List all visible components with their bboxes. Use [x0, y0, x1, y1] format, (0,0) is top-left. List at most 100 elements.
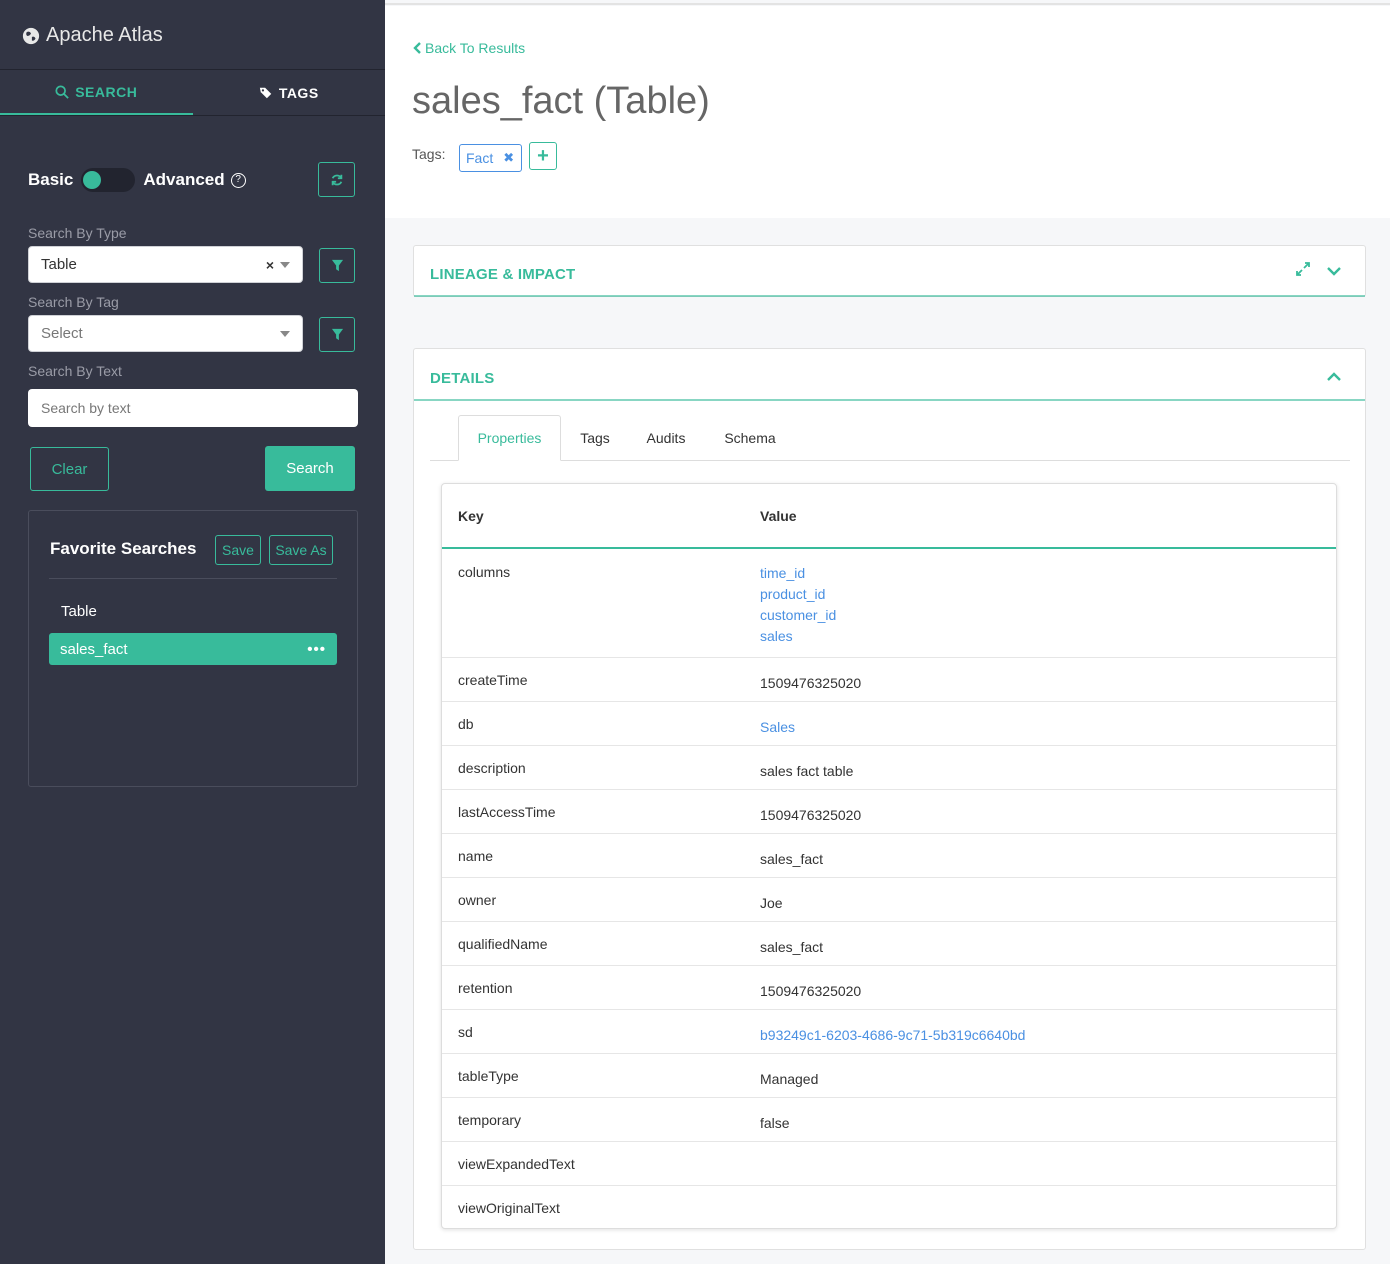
row-key: qualifiedName [458, 936, 548, 952]
table-row: createTime 1509476325020 [442, 658, 1336, 702]
column-header-key: Key [458, 508, 484, 524]
row-key: createTime [458, 672, 528, 688]
properties-table: Key Value columns time_id product_id cus… [441, 483, 1337, 1229]
row-key: lastAccessTime [458, 804, 556, 820]
type-select-value: Table [41, 256, 77, 273]
back-to-results-link[interactable]: Back To Results [413, 40, 525, 56]
row-key: db [458, 716, 474, 732]
search-text-input[interactable] [28, 389, 358, 427]
table-row: temporary false [442, 1098, 1336, 1142]
db-link[interactable]: Sales [760, 717, 795, 738]
table-row: viewExpandedText [442, 1142, 1336, 1186]
tag-select[interactable]: Select [28, 315, 303, 352]
advanced-label: Advanced [143, 170, 225, 189]
lineage-title[interactable]: LINEAGE & IMPACT [430, 266, 575, 283]
globe-icon [22, 27, 40, 44]
divider [49, 578, 337, 579]
search-by-tag-label: Search By Tag [28, 294, 119, 310]
row-key: temporary [458, 1112, 522, 1128]
mode-switch[interactable] [81, 168, 136, 192]
filter-icon [331, 328, 343, 341]
chevron-down-icon [280, 330, 290, 337]
search-icon [55, 84, 69, 99]
add-tag-button[interactable]: + [529, 142, 557, 170]
switch-knob [83, 171, 102, 189]
type-filter-button[interactable] [319, 248, 355, 283]
details-title[interactable]: DETAILS [430, 370, 494, 387]
favorite-item[interactable]: sales_fact ••• [49, 633, 337, 665]
row-key: tableType [458, 1068, 519, 1084]
favorite-searches-panel: Favorite Searches Save Save As Table sal… [28, 510, 358, 787]
row-value: b93249c1-6203-4686-9c71-5b319c6640bd [760, 1025, 1025, 1046]
table-row: tableType Managed [442, 1054, 1336, 1098]
clear-button[interactable]: Clear [30, 447, 109, 491]
column-link[interactable]: time_id [760, 563, 836, 584]
table-row: qualifiedName sales_fact [442, 922, 1336, 966]
row-key: columns [458, 564, 511, 580]
tab-tags[interactable]: TAGS [193, 70, 386, 115]
main-content: Back To Results sales_fact (Table) Tags:… [385, 0, 1390, 1264]
row-value: Joe [760, 895, 783, 911]
table-row: owner Joe [442, 878, 1336, 922]
column-link[interactable]: customer_id [760, 605, 836, 626]
type-select[interactable]: Table × [28, 246, 303, 283]
column-header-value: Value [760, 508, 797, 524]
tag-filter-button[interactable] [319, 317, 355, 352]
column-link[interactable]: product_id [760, 584, 836, 605]
details-tabs: Properties Tags Audits Schema [430, 415, 1350, 461]
lineage-panel: LINEAGE & IMPACT [413, 245, 1366, 297]
chevron-left-icon [413, 42, 421, 54]
divider [385, 3, 1390, 5]
save-as-button[interactable]: Save As [269, 535, 333, 565]
divider [414, 399, 1365, 401]
refresh-button[interactable] [318, 162, 355, 197]
divider [414, 295, 1365, 297]
row-value: 1509476325020 [760, 807, 862, 823]
sd-link[interactable]: b93249c1-6203-4686-9c71-5b319c6640bd [760, 1025, 1025, 1046]
table-row: viewOriginalText [442, 1186, 1336, 1228]
sidebar: Apache Atlas SEARCH TAGS Basic Advanced … [0, 0, 385, 1264]
favorite-item-name: sales_fact [60, 640, 128, 658]
help-icon[interactable]: ? [230, 172, 246, 188]
details-panel: DETAILS Properties Tags Audits Schema Ke… [413, 348, 1366, 1250]
expand-icon[interactable] [1296, 262, 1310, 279]
filter-icon [331, 259, 343, 272]
remove-tag-icon[interactable]: ✖ [503, 150, 514, 166]
row-value: Sales [760, 717, 795, 738]
search-by-type-label: Search By Type [28, 225, 127, 241]
chevron-up-icon[interactable] [1327, 369, 1341, 385]
tags-icon [259, 87, 272, 98]
row-value: sales_fact [760, 851, 824, 867]
tab-search[interactable]: SEARCH [0, 70, 193, 115]
search-button[interactable]: Search [265, 446, 355, 491]
table-header: Key Value [442, 484, 1336, 549]
search-mode-toggle: Basic Advanced ? [28, 162, 355, 198]
tab-schema[interactable]: Schema [714, 415, 786, 461]
tags-label: Tags: [412, 146, 446, 162]
refresh-icon [331, 174, 342, 185]
tag-name: Fact [466, 150, 494, 166]
row-key: name [458, 848, 494, 864]
row-key: description [458, 760, 526, 776]
tab-properties[interactable]: Properties [458, 415, 561, 461]
chevron-down-icon[interactable] [1327, 263, 1341, 279]
table-row: lastAccessTime 1509476325020 [442, 790, 1336, 834]
column-link[interactable]: sales [760, 626, 836, 647]
table-row: columns time_id product_id customer_id s… [442, 549, 1336, 658]
row-key: viewExpandedText [458, 1156, 575, 1172]
tab-audits[interactable]: Audits [636, 415, 696, 461]
tag-chip-fact[interactable]: Fact ✖ [459, 144, 522, 172]
more-options-icon[interactable]: ••• [307, 641, 326, 658]
table-row: name sales_fact [442, 834, 1336, 878]
row-value: time_id product_id customer_id sales [760, 563, 836, 647]
table-row: sd b93249c1-6203-4686-9c71-5b319c6640bd [442, 1010, 1336, 1054]
row-key: retention [458, 980, 513, 996]
brand[interactable]: Apache Atlas [22, 24, 163, 47]
save-button[interactable]: Save [215, 535, 261, 565]
row-value: sales fact table [760, 763, 854, 779]
page-title: sales_fact (Table) [412, 80, 710, 122]
tab-tags[interactable]: Tags [568, 415, 622, 461]
row-value: Managed [760, 1071, 819, 1087]
tab-search-label: SEARCH [75, 83, 138, 100]
clear-selection-icon[interactable]: × [266, 257, 274, 273]
